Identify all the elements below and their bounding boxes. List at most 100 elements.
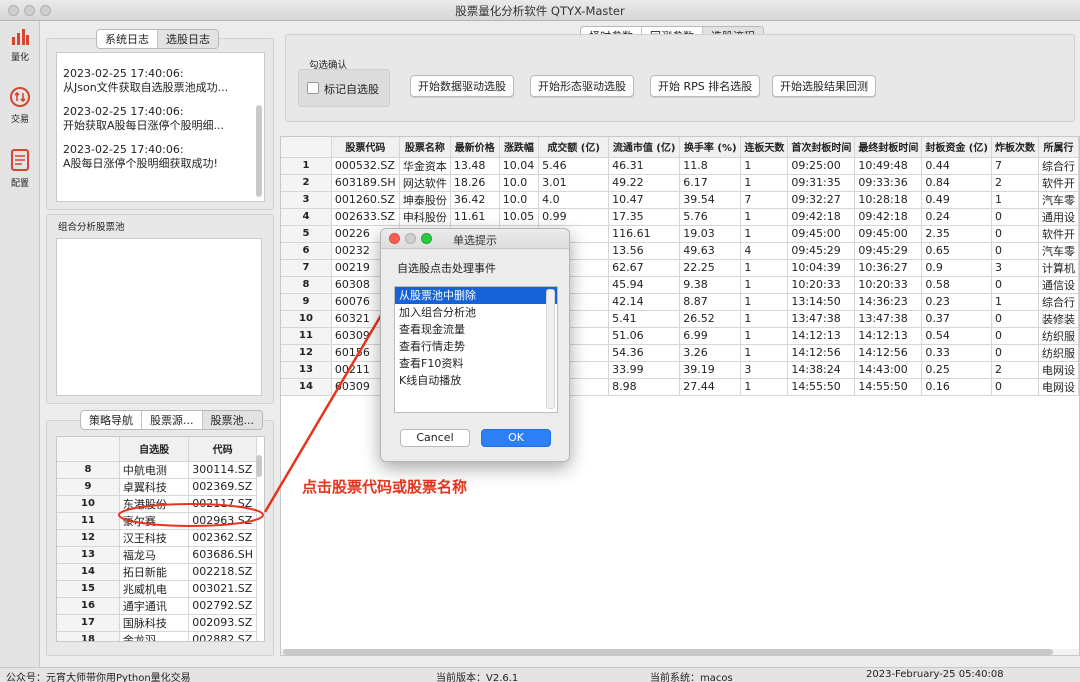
table-cell[interactable]: 09:45:29 (854, 242, 923, 260)
table-cell[interactable]: 10.04 (499, 157, 540, 175)
table-row[interactable]: 3 001260.SZ 坤泰股份 36.42 10.0 4.0 10.47 39.54 7 09:… (281, 191, 1079, 209)
table-cell[interactable]: 1 (740, 259, 789, 277)
stock-code-cell[interactable]: 002117.SZ (188, 495, 257, 513)
table-cell[interactable]: 10.0 (499, 191, 540, 209)
table-cell[interactable]: 0.23 (921, 293, 992, 311)
table-cell[interactable]: 18.26 (450, 174, 500, 192)
pool-row[interactable]: 17 国脉科技 002093.SZ (57, 614, 257, 632)
table-cell[interactable]: 11.8 (679, 157, 742, 175)
stock-name-cell[interactable]: 兆威机电 (119, 580, 190, 598)
table-cell[interactable]: 0.9 (921, 259, 992, 277)
col-header[interactable]: 最终封板时间 (854, 137, 923, 158)
table-cell[interactable]: 10.47 (608, 191, 681, 209)
pool-row[interactable]: 13 福龙马 603686.SH (57, 546, 257, 564)
table-cell[interactable]: 09:32:27 (787, 191, 856, 209)
table-cell[interactable]: 14:36:23 (854, 293, 923, 311)
table-cell[interactable]: 0.37 (921, 310, 992, 328)
table-cell[interactable]: 10:04:39 (787, 259, 856, 277)
table-cell[interactable]: 49.63 (679, 242, 742, 260)
table-cell[interactable]: 09:42:18 (787, 208, 856, 226)
table-cell[interactable]: 13.48 (450, 157, 500, 175)
table-cell[interactable]: 0.24 (921, 208, 992, 226)
table-cell[interactable]: 0.44 (921, 157, 992, 175)
col-header[interactable]: 自选股 (119, 437, 190, 462)
col-header[interactable]: 炸板次数 (991, 137, 1039, 158)
rps-ranking-selection-button[interactable]: 开始 RPS 排名选股 (650, 75, 761, 97)
table-cell[interactable]: 1 (740, 225, 789, 243)
col-header[interactable]: 代码 (188, 437, 257, 462)
table-cell[interactable]: 13:47:38 (787, 310, 856, 328)
table-cell[interactable]: 1 (991, 293, 1039, 311)
table-cell[interactable]: 0.58 (921, 276, 992, 294)
table-cell[interactable]: 0.54 (921, 327, 992, 345)
dialog-options-list[interactable]: 从股票池中删除 加入组合分析池 查看现金流量 查看行情走势 查看F10资料 K线… (394, 286, 558, 413)
col-header[interactable]: 封板资金 (亿) (921, 137, 992, 158)
table-cell[interactable]: 11.61 (450, 208, 500, 226)
pattern-driven-selection-button[interactable]: 开始形态驱动选股 (530, 75, 634, 97)
table-cell[interactable]: 09:33:36 (854, 174, 923, 192)
pool-row[interactable]: 16 通宇通讯 002792.SZ (57, 597, 257, 615)
table-cell[interactable]: 0.33 (921, 344, 992, 362)
tab-system-log[interactable]: 系统日志 (97, 30, 158, 48)
table-cell[interactable]: 0 (991, 225, 1039, 243)
table-cell[interactable]: 13:47:38 (854, 310, 923, 328)
col-header[interactable]: 股票名称 (399, 137, 451, 158)
table-cell[interactable]: 5.76 (679, 208, 742, 226)
table-cell[interactable]: 7 (991, 157, 1039, 175)
table-cell[interactable]: 14:55:50 (854, 378, 923, 396)
pool-row[interactable]: 12 汉王科技 002362.SZ (57, 529, 257, 547)
col-header[interactable]: 流通市值 (亿) (608, 137, 681, 158)
table-cell[interactable]: 3 (740, 361, 789, 379)
table-cell[interactable]: 纺织服 (1038, 344, 1079, 362)
table-cell[interactable]: 001260.SZ (331, 191, 400, 209)
table-row[interactable]: 4 002633.SZ 申科股份 11.61 10.05 0.99 17.35 5.76 1 09… (281, 208, 1079, 226)
col-header[interactable]: 股票代码 (331, 137, 400, 158)
table-cell[interactable]: 51.06 (608, 327, 681, 345)
table-cell[interactable]: 1 (740, 293, 789, 311)
stock-code-cell[interactable]: 002093.SZ (188, 614, 257, 632)
table-cell[interactable]: 3 (991, 259, 1039, 277)
table-cell[interactable]: 10:49:48 (854, 157, 923, 175)
table-cell[interactable]: 10:28:18 (854, 191, 923, 209)
stock-name-cell[interactable]: 中航电测 (119, 461, 190, 479)
nav-config[interactable]: 配置 (0, 148, 40, 189)
table-cell[interactable]: 0.16 (921, 378, 992, 396)
table-cell[interactable]: 1 (991, 191, 1039, 209)
stock-name-cell[interactable]: 卓翼科技 (119, 478, 190, 496)
table-cell[interactable]: 1 (740, 157, 789, 175)
mark-favorites-checkbox[interactable] (307, 82, 319, 94)
stock-code-cell[interactable]: 002882.SZ (188, 631, 257, 641)
table-cell[interactable]: 26.52 (679, 310, 742, 328)
table-cell[interactable]: 4.0 (538, 191, 610, 209)
table-cell[interactable]: 1 (740, 327, 789, 345)
table-cell[interactable]: 36.42 (450, 191, 500, 209)
table-cell[interactable]: 华金资本 (399, 157, 451, 175)
table-cell[interactable]: 2 (991, 174, 1039, 192)
table-cell[interactable]: 2.35 (921, 225, 992, 243)
table-cell[interactable]: 纺织服 (1038, 327, 1079, 345)
table-cell[interactable]: 46.31 (608, 157, 681, 175)
pool-row[interactable]: 18 金龙羽 002882.SZ (57, 631, 257, 641)
table-cell[interactable]: 0 (991, 276, 1039, 294)
table-cell[interactable]: 603189.SH (331, 174, 400, 192)
stock-code-cell[interactable]: 002792.SZ (188, 597, 257, 615)
table-cell[interactable]: 19.03 (679, 225, 742, 243)
grid-hscrollbar[interactable] (283, 649, 1053, 655)
stock-name-cell[interactable]: 汉王科技 (119, 529, 190, 547)
table-cell[interactable]: 22.25 (679, 259, 742, 277)
dialog-cancel-button[interactable]: Cancel (400, 429, 470, 447)
table-cell[interactable]: 汽车零 (1038, 191, 1079, 209)
table-cell[interactable]: 0 (991, 242, 1039, 260)
table-cell[interactable]: 1 (740, 344, 789, 362)
col-header[interactable]: 所属行 (1038, 137, 1079, 158)
log-textbox[interactable]: 2023-02-25 17:40:06: 从Json文件获取自选股票池成功...… (56, 52, 265, 202)
table-cell[interactable]: 14:12:13 (787, 327, 856, 345)
table-cell[interactable]: 33.99 (608, 361, 681, 379)
col-header[interactable]: 连板天数 (740, 137, 789, 158)
col-header[interactable]: 涨跌幅 (499, 137, 540, 158)
table-cell[interactable]: 0 (991, 208, 1039, 226)
col-header[interactable]: 成交额 (亿) (538, 137, 610, 158)
table-cell[interactable]: 0.84 (921, 174, 992, 192)
stock-name-cell[interactable]: 东港股份 (119, 495, 190, 513)
table-cell[interactable]: 0 (991, 378, 1039, 396)
